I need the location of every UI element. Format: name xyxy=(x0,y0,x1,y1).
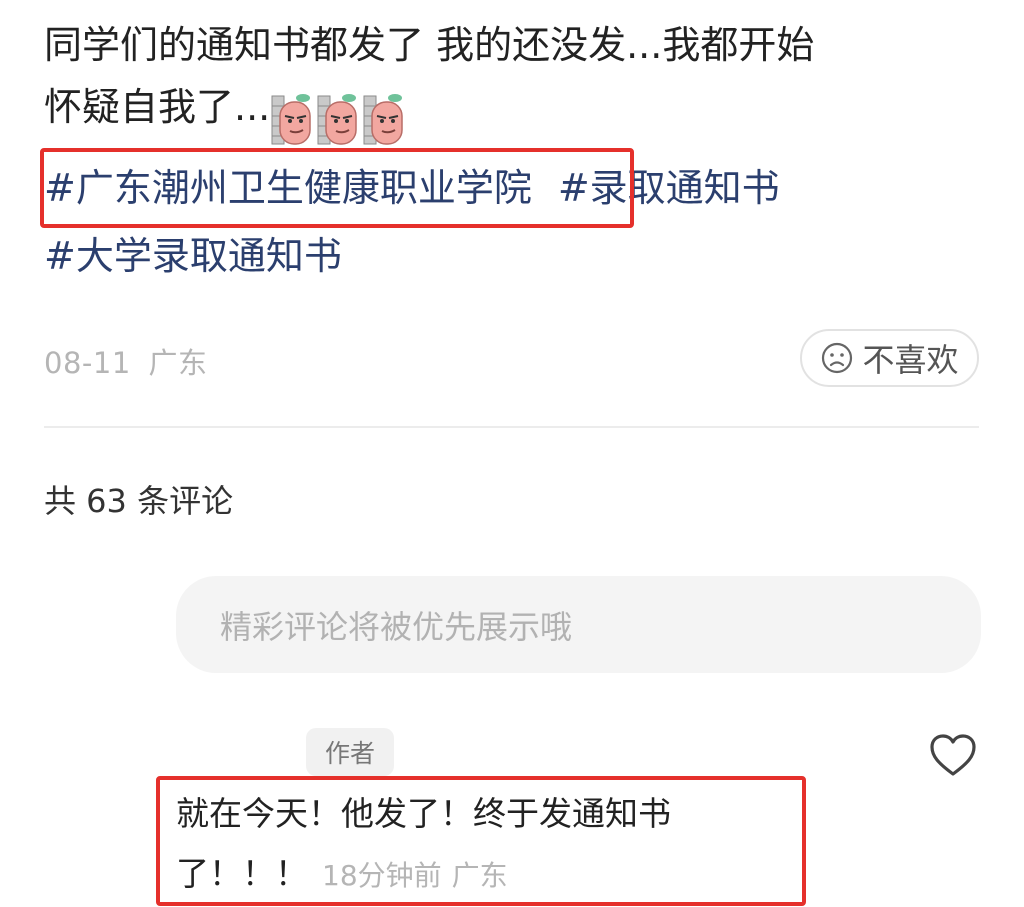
author-badge: 作者 xyxy=(306,728,394,776)
dislike-button[interactable]: 不喜欢 xyxy=(800,329,979,387)
post-text-line2: 怀疑自我了... xyxy=(44,85,271,129)
dislike-label: 不喜欢 xyxy=(862,341,959,379)
post-location: 广东 xyxy=(148,346,208,380)
divider xyxy=(44,426,979,428)
post-detail-page: 同学们的通知书都发了 我的还没发...我都开始 怀疑自我了... #广东潮州卫生… xyxy=(0,0,1024,907)
post-meta: 08-11 广东 xyxy=(44,340,208,382)
frown-face-icon xyxy=(822,342,853,374)
post-date: 08-11 xyxy=(44,346,131,380)
emoji-group xyxy=(270,84,408,146)
post-text-line1: 同学们的通知书都发了 我的还没发...我都开始 xyxy=(44,23,815,67)
highlight-box-tag xyxy=(40,148,634,228)
smirking-sausage-emoji xyxy=(363,94,403,145)
smirking-sausage-emoji xyxy=(317,94,357,145)
heart-outline-icon[interactable] xyxy=(928,732,978,778)
smirking-sausage-emoji xyxy=(271,94,311,145)
post-body: 同学们的通知书都发了 我的还没发...我都开始 怀疑自我了... xyxy=(44,14,979,146)
highlight-box-comment xyxy=(156,776,806,906)
comment-input[interactable]: 精彩评论将被优先展示哦 xyxy=(176,576,981,673)
comment-count: 共 63 条评论 xyxy=(44,482,234,520)
comment-input-placeholder: 精彩评论将被优先展示哦 xyxy=(220,607,573,646)
tag-link-university-admission[interactable]: #大学录取通知书 xyxy=(44,234,342,278)
